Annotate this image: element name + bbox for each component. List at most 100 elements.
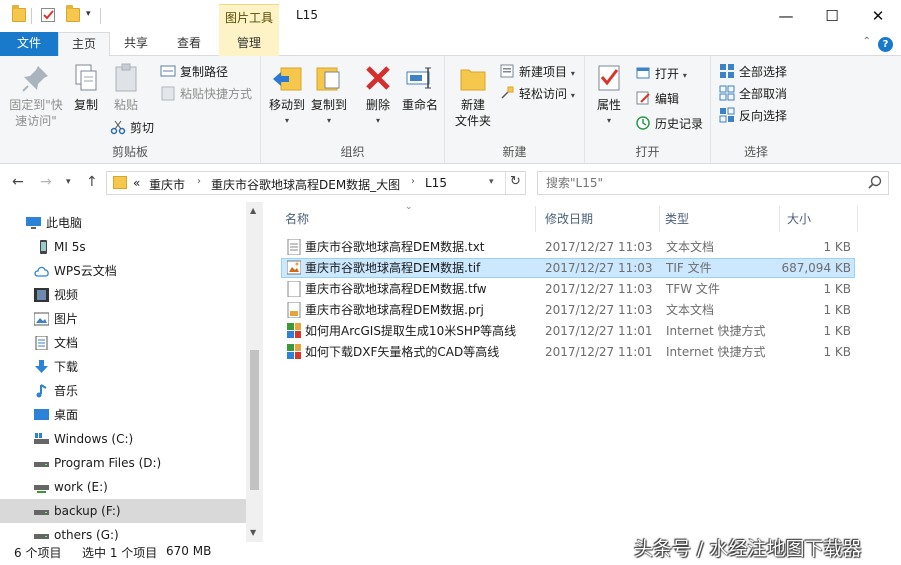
file-row[interactable]: 如何用ArcGIS提取生成10米SHP等高线 2017/12/27 11:01 … bbox=[281, 321, 855, 341]
column-header-type[interactable]: 类型 bbox=[665, 208, 775, 230]
invert-selection-button[interactable]: 反向选择 bbox=[719, 106, 787, 126]
desktop-icon bbox=[34, 409, 49, 420]
up-arrow-icon[interactable]: ↑ bbox=[86, 174, 98, 190]
edit-button[interactable]: 编辑 bbox=[635, 89, 679, 109]
nav-item-drive-e[interactable]: work (E:) bbox=[0, 475, 246, 499]
nav-item-desktop[interactable]: 桌面 bbox=[0, 403, 246, 427]
copy-path-button[interactable]: 复制路径 bbox=[160, 62, 228, 82]
nav-item-wps-cloud[interactable]: WPS云文档 bbox=[0, 259, 246, 283]
properties-caret-icon: ▾ bbox=[606, 116, 611, 125]
nav-label: 下载 bbox=[54, 360, 79, 374]
maximize-button[interactable]: ☐ bbox=[809, 0, 855, 32]
column-header-size[interactable]: 大小 bbox=[787, 208, 857, 230]
search-box[interactable] bbox=[537, 171, 889, 195]
breadcrumb-overflow[interactable]: « bbox=[133, 176, 140, 190]
nav-item-drive-g[interactable]: others (G:) bbox=[0, 523, 246, 542]
organize-group-label: 组织 bbox=[340, 145, 365, 159]
help-icon[interactable]: ? bbox=[878, 37, 893, 52]
new-item-icon bbox=[499, 63, 515, 79]
column-divider[interactable] bbox=[659, 206, 660, 232]
new-item-button[interactable]: 新建项目 ▾ bbox=[499, 62, 575, 82]
tab-file[interactable]: 文件 bbox=[0, 32, 58, 56]
pin-label-line2: 速访问" bbox=[15, 114, 57, 128]
paste-shortcut-button[interactable]: 粘贴快捷方式 bbox=[160, 84, 252, 104]
copy-to-icon bbox=[313, 62, 345, 94]
breadcrumb-item[interactable]: 重庆市谷歌地球高程DEM数据_大图 bbox=[211, 176, 400, 193]
nav-label: others (G:) bbox=[54, 528, 119, 542]
nav-item-drive-f[interactable]: backup (F:) bbox=[0, 499, 246, 523]
new-folder-icon[interactable] bbox=[66, 5, 80, 22]
copy-button[interactable]: 复制 bbox=[68, 62, 104, 113]
forward-arrow-icon[interactable]: → bbox=[40, 174, 52, 190]
column-divider[interactable] bbox=[535, 206, 536, 232]
copy-to-label: 复制到 bbox=[310, 98, 347, 112]
history-button[interactable]: 历史记录 bbox=[635, 114, 703, 134]
tab-manage[interactable]: 管理 bbox=[219, 32, 279, 56]
nav-item-pictures[interactable]: 图片 bbox=[0, 307, 246, 331]
file-row[interactable]: 重庆市谷歌地球高程DEM数据.txt 2017/12/27 11:03 文本文档… bbox=[281, 237, 855, 257]
nav-item-mi5s[interactable]: MI 5s bbox=[0, 235, 246, 259]
move-to-button[interactable]: 移动到 ▾ bbox=[267, 62, 307, 129]
properties-check-icon[interactable] bbox=[41, 8, 55, 22]
nav-item-videos[interactable]: 视频 bbox=[0, 283, 246, 307]
file-type: Internet 快捷方式 bbox=[666, 324, 766, 338]
address-dropdown-icon[interactable]: ▾ bbox=[489, 177, 494, 187]
column-divider[interactable] bbox=[857, 206, 858, 232]
file-row[interactable]: 重庆市谷歌地球高程DEM数据.prj 2017/12/27 11:03 文本文档… bbox=[281, 300, 855, 320]
quick-access-dropdown-icon[interactable]: ▾ bbox=[86, 9, 100, 23]
new-folder-button[interactable]: 新建 文件夹 bbox=[451, 62, 495, 129]
delete-button[interactable]: 删除 ▾ bbox=[361, 62, 395, 129]
breadcrumb-item[interactable]: L15 bbox=[425, 176, 447, 190]
file-type: TFW 文件 bbox=[666, 282, 720, 296]
tab-view[interactable]: 查看 bbox=[162, 32, 216, 56]
scroll-up-icon[interactable]: ▲ bbox=[250, 206, 256, 215]
rename-button[interactable]: 重命名 bbox=[399, 62, 441, 113]
refresh-icon[interactable]: ↻ bbox=[510, 174, 521, 189]
cut-button[interactable]: 剪切 bbox=[110, 118, 154, 138]
close-button[interactable]: ✕ bbox=[855, 0, 901, 32]
recent-locations-icon[interactable]: ▾ bbox=[66, 177, 71, 187]
nav-item-documents[interactable]: 文档 bbox=[0, 331, 246, 355]
file-row-selected[interactable]: 重庆市谷歌地球高程DEM数据.tif 2017/12/27 11:03 TIF … bbox=[281, 258, 855, 278]
search-icon[interactable] bbox=[868, 175, 882, 192]
breadcrumb-chevron-icon[interactable]: › bbox=[197, 176, 201, 187]
open-button[interactable]: 打开 ▾ bbox=[635, 64, 687, 84]
nav-item-this-pc[interactable]: 此电脑 bbox=[0, 211, 246, 235]
pin-quick-access-button[interactable]: 固定到"快 速访问" bbox=[6, 62, 66, 129]
paste-shortcut-label: 粘贴快捷方式 bbox=[180, 87, 253, 101]
file-type: 文本文档 bbox=[666, 240, 715, 254]
file-date: 2017/12/27 11:03 bbox=[545, 282, 653, 296]
file-name: 如何用ArcGIS提取生成10米SHP等高线 bbox=[305, 324, 517, 338]
document-icon bbox=[35, 336, 48, 350]
minimize-button[interactable]: — bbox=[763, 0, 809, 32]
column-header-date[interactable]: 修改日期 bbox=[545, 208, 655, 230]
paste-button[interactable]: 粘贴 bbox=[108, 62, 144, 113]
tab-share[interactable]: 共享 bbox=[110, 32, 162, 56]
properties-button[interactable]: 属性 ▾ bbox=[591, 62, 627, 129]
nav-item-downloads[interactable]: 下载 bbox=[0, 355, 246, 379]
file-row[interactable]: 重庆市谷歌地球高程DEM数据.tfw 2017/12/27 11:03 TFW … bbox=[281, 279, 855, 299]
invert-selection-label: 反向选择 bbox=[739, 109, 788, 123]
move-to-label: 移动到 bbox=[268, 98, 305, 112]
text-file-icon bbox=[287, 239, 301, 255]
select-none-button[interactable]: 全部取消 bbox=[719, 84, 787, 104]
select-all-button[interactable]: 全部选择 bbox=[719, 62, 787, 82]
nav-item-drive-d[interactable]: Program Files (D:) bbox=[0, 451, 246, 475]
file-row[interactable]: 如何下载DXF矢量格式的CAD等高线 2017/12/27 11:01 Inte… bbox=[281, 342, 855, 362]
column-header-name[interactable]: 名称 bbox=[285, 208, 535, 230]
address-bar[interactable]: « 重庆市 › 重庆市谷歌地球高程DEM数据_大图 › L15 ▾ ↻ bbox=[106, 171, 526, 195]
nav-item-drive-c[interactable]: Windows (C:) bbox=[0, 427, 246, 451]
select-group: 全部选择 全部取消 反向选择 选择 bbox=[711, 56, 801, 164]
search-input[interactable] bbox=[546, 175, 846, 191]
back-arrow-icon[interactable]: ← bbox=[12, 174, 24, 190]
collapse-ribbon-icon[interactable]: ⌃ bbox=[863, 36, 871, 47]
breadcrumb-item[interactable]: 重庆市 bbox=[149, 176, 185, 193]
column-divider[interactable] bbox=[779, 206, 780, 232]
easy-access-button[interactable]: 轻松访问 ▾ bbox=[499, 84, 575, 104]
tab-home[interactable]: 主页 bbox=[58, 32, 110, 57]
breadcrumb-chevron-icon[interactable]: › bbox=[411, 176, 415, 187]
nav-item-music[interactable]: 音乐 bbox=[0, 379, 246, 403]
nav-scrollbar-thumb[interactable] bbox=[250, 350, 259, 490]
copy-to-button[interactable]: 复制到 ▾ bbox=[309, 62, 349, 129]
scroll-down-icon[interactable]: ▼ bbox=[250, 528, 256, 537]
